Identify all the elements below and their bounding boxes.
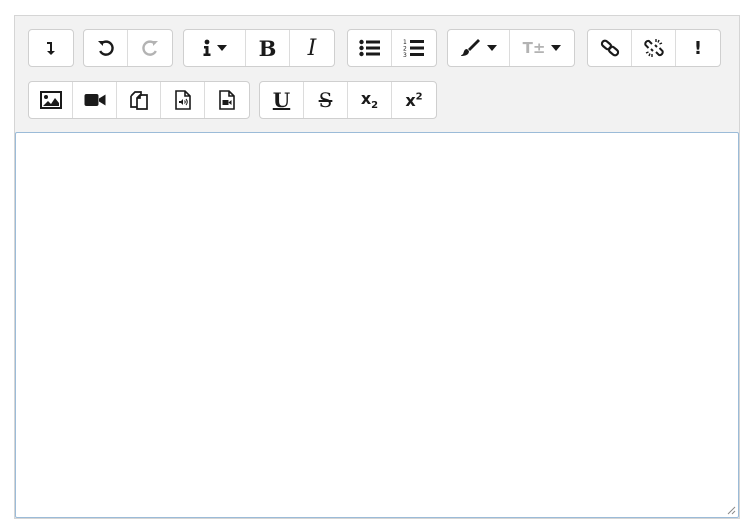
redo-icon	[142, 40, 158, 56]
superscript-button[interactable]: x2	[392, 82, 436, 118]
audio-file-icon	[174, 90, 191, 110]
toolbar-group-lists: 1 2 3	[347, 29, 437, 67]
toolbar-group-font: T±	[447, 29, 575, 67]
italic-icon: I	[307, 35, 317, 61]
editor-toolbar: B I 1 2 3 T± ! U S x2 x2	[15, 16, 739, 132]
toolbar-group-format: U S x2 x2	[259, 81, 437, 119]
chevron-down-icon	[486, 45, 497, 51]
rich-text-editor: B I 1 2 3 T± ! U S x2 x2	[14, 15, 740, 519]
chevron-down-icon	[551, 45, 562, 51]
insert-video-button[interactable]	[73, 82, 117, 118]
subscript-button[interactable]: x2	[348, 82, 392, 118]
bulleted-list-icon	[358, 39, 380, 57]
text-color-dropdown-button[interactable]	[448, 30, 510, 66]
svg-text:3: 3	[403, 52, 407, 58]
emphasis-button[interactable]: !	[676, 30, 720, 66]
editor-content-area[interactable]	[15, 132, 739, 518]
strikethrough-button[interactable]: S	[304, 82, 348, 118]
link-button[interactable]	[588, 30, 632, 66]
undo-icon	[97, 40, 114, 56]
font-size-dropdown-button[interactable]: T±	[510, 30, 574, 66]
insert-image-button[interactable]	[29, 82, 73, 118]
paintbrush-icon	[460, 39, 480, 56]
toolbar-group-style: B I	[183, 29, 335, 67]
info-dropdown-button[interactable]	[184, 30, 246, 66]
toolbar-group-media	[28, 81, 250, 119]
undo-button[interactable]	[84, 30, 128, 66]
ordered-list-button[interactable]: 1 2 3	[392, 30, 436, 66]
numbered-list-icon: 1 2 3	[403, 39, 424, 58]
redo-button[interactable]	[128, 30, 172, 66]
image-icon	[39, 91, 62, 109]
underline-button[interactable]: U	[260, 82, 304, 118]
unlink-icon	[643, 39, 664, 57]
link-icon	[600, 39, 619, 57]
insert-audio-file-button[interactable]	[161, 82, 205, 118]
font-size-icon: T±	[522, 39, 546, 57]
chevron-down-icon	[216, 45, 227, 51]
italic-button[interactable]: I	[290, 30, 334, 66]
resize-handle-icon[interactable]	[726, 505, 736, 515]
toolbar-group-history	[83, 29, 173, 67]
superscript-icon: x2	[405, 90, 423, 110]
toolbar-group-links: !	[587, 29, 721, 67]
toolbar-group-collapse	[28, 29, 74, 67]
collapse-toolbar-button[interactable]	[29, 30, 73, 66]
unordered-list-button[interactable]	[348, 30, 392, 66]
copy-button[interactable]	[117, 82, 161, 118]
insert-video-file-button[interactable]	[205, 82, 249, 118]
collapse-arrow-icon	[47, 42, 55, 55]
copy-icon	[129, 91, 148, 110]
info-icon	[203, 39, 210, 56]
bold-button[interactable]: B	[246, 30, 290, 66]
bold-icon: B	[258, 35, 277, 61]
underline-icon: U	[272, 88, 291, 112]
unlink-button[interactable]	[632, 30, 676, 66]
video-file-icon	[219, 90, 235, 110]
video-icon	[84, 94, 105, 106]
strikethrough-icon: S	[318, 88, 333, 112]
exclamation-icon: !	[693, 37, 703, 59]
subscript-icon: x2	[360, 88, 379, 112]
